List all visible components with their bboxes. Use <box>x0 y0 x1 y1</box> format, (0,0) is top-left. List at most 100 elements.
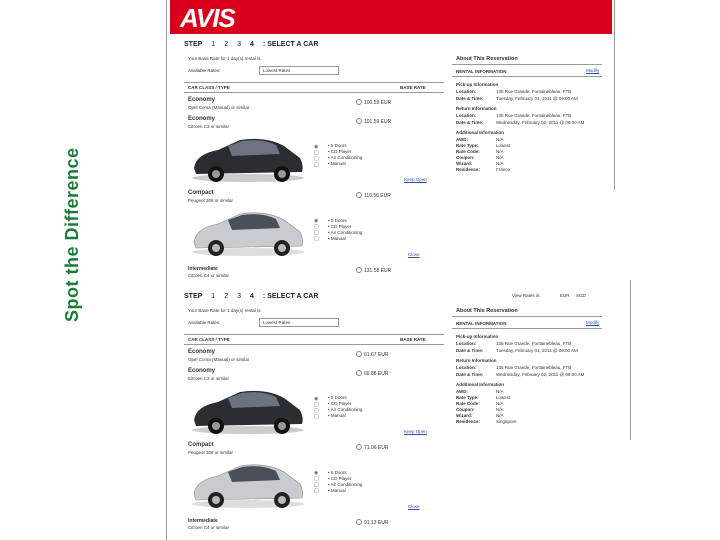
additional-key: Wizard: <box>456 161 473 166</box>
row1-price: 61.67 EUR <box>364 352 389 358</box>
row3-radio[interactable] <box>356 192 362 198</box>
silver-hatchback-image <box>192 212 304 256</box>
row3-radio[interactable] <box>356 444 362 450</box>
additional-value: N/A <box>496 401 504 406</box>
available-rates-select[interactable]: Lowest Rates <box>259 318 339 327</box>
booking-panel-1: STEP 1 2 3 4: SELECT A CAR Your Base Rate fo… <box>184 36 604 278</box>
keep-open-link[interactable]: Keep Open <box>404 177 427 182</box>
features-list-2: 5 DoorsCD PlayerAir ConditioningManual <box>328 470 363 494</box>
row4-radio[interactable] <box>356 267 362 273</box>
additional-title: Additional Information <box>456 130 504 135</box>
return-date: Wednesday, February 02, 2011 @ 09:00 AM <box>496 120 585 125</box>
base-rate-text: Your Base Rate for 1 day(s) rental is: <box>188 56 262 61</box>
avis-logo[interactable]: AVIS <box>180 3 236 34</box>
return-title: Return Information <box>456 106 497 111</box>
return-date-label: Date & Time: <box>456 120 484 125</box>
modify-link[interactable]: Modify <box>586 68 599 73</box>
available-rates-label: Available Rates: <box>188 320 221 325</box>
divider <box>452 64 602 65</box>
feature-icons: ◉ □ □ □ <box>314 396 319 420</box>
row4-name[interactable]: Intermediate <box>188 518 218 524</box>
additional-value: N/A <box>496 137 504 142</box>
additional-value: Lowest <box>496 143 511 148</box>
additional-value: N/A <box>496 407 504 412</box>
row2-radio[interactable] <box>356 118 362 124</box>
row3-name[interactable]: Compact <box>188 190 214 196</box>
avis-header: AVIS <box>170 0 612 34</box>
row2-desc: Citroen C3 or similar <box>188 124 230 129</box>
return-date: Wednesday, February 02, 2011 @ 09:00 AM <box>496 372 585 377</box>
view-rates-sgd[interactable]: SGD <box>576 293 586 298</box>
rental-info-title: RENTAL INFORMATION <box>456 69 507 74</box>
rental-info-title: RENTAL INFORMATION <box>456 321 507 326</box>
return-date-label: Date & Time: <box>456 372 484 377</box>
additional-key: AWD: <box>456 137 468 142</box>
row2-name[interactable]: Economy <box>188 368 215 374</box>
row2-desc: Citroen C3 or similar <box>188 376 230 381</box>
pickup-location[interactable]: 135 Rue Grande, Fontainebleau, FTB <box>496 89 571 94</box>
pickup-date: Tuesday, February 01, 2011 @ 09:00 AM <box>496 348 578 353</box>
row2-price: 66.88 EUR <box>364 371 389 377</box>
close-link[interactable]: Close <box>408 504 420 509</box>
available-rates-label: Available Rates: <box>188 68 221 73</box>
divider <box>452 328 602 329</box>
additional-value: France <box>496 167 511 172</box>
page-right-border <box>614 0 615 190</box>
return-location-label: Location: <box>456 113 477 118</box>
row1-desc: Opel Corsa (Manual) or similar <box>188 105 250 110</box>
row1-radio[interactable] <box>356 99 362 105</box>
row4-radio[interactable] <box>356 519 362 525</box>
additional-key: AWD: <box>456 389 468 394</box>
base-rate-text: Your Base Rate for 1 day(s) rental is: <box>188 308 262 313</box>
row3-price: 110.56 EUR <box>364 193 391 199</box>
pickup-location[interactable]: 135 Rue Grande, Fontainebleau, FTB <box>496 341 571 346</box>
row3-price: 71.06 EUR <box>364 445 389 451</box>
row3-desc: Peugeot 308 or similar <box>188 450 234 455</box>
row2-name[interactable]: Economy <box>188 116 215 122</box>
return-title: Return Information <box>456 358 497 363</box>
row2-radio[interactable] <box>356 370 362 376</box>
page-right-border-lower <box>630 280 631 440</box>
divider <box>184 92 444 93</box>
additional-value: N/A <box>496 161 504 166</box>
slide-title: Spot the Difference <box>62 147 82 322</box>
row1-desc: Opel Corsa (Manual) or similar <box>188 357 250 362</box>
pickup-date-label: Date & Time: <box>456 96 484 101</box>
view-rates-eur[interactable]: EUR <box>560 293 570 298</box>
row1-radio[interactable] <box>356 351 362 357</box>
additional-value: N/A <box>496 155 504 160</box>
return-location-label: Location: <box>456 365 477 370</box>
row4-name[interactable]: Intermediate <box>188 266 218 272</box>
additional-key: Rate Type: <box>456 143 479 148</box>
row1-name[interactable]: Economy <box>188 349 215 355</box>
pickup-title: Pick-up Information <box>456 334 499 339</box>
booking-panel-2: STEP 1 2 3 4: SELECT A CAR Your Base Rate fo… <box>184 288 604 538</box>
additional-value: N/A <box>496 413 504 418</box>
return-location[interactable]: 135 Rue Grande, Fontainebleau, FTB <box>496 365 571 370</box>
additional-key: Rate Type: <box>456 395 479 400</box>
return-location[interactable]: 135 Rue Grande, Fontainebleau, FTB <box>496 113 571 118</box>
pickup-location-label: Location: <box>456 341 477 346</box>
additional-key: Residence: <box>456 167 481 172</box>
available-rates-select[interactable]: Lowest Rates <box>259 66 339 75</box>
about-title: About This Reservation <box>456 308 518 314</box>
row1-name[interactable]: Economy <box>188 97 215 103</box>
row3-desc: Peugeot 308 or similar <box>188 198 234 203</box>
view-rates-label: View Rates in: <box>512 293 541 298</box>
additional-value: N/A <box>496 389 504 394</box>
row3-name[interactable]: Compact <box>188 442 214 448</box>
divider <box>184 82 444 83</box>
page-left-border <box>166 0 167 540</box>
additional-value: Singapore <box>496 419 517 424</box>
additional-key: Coupon: <box>456 407 475 412</box>
close-link[interactable]: Close <box>408 252 420 257</box>
keep-open-link[interactable]: Keep Open <box>404 429 427 434</box>
row4-desc: Citroen C4 or similar <box>188 273 230 278</box>
pickup-location-label: Location: <box>456 89 477 94</box>
row2-price: 101.59 EUR <box>364 119 392 125</box>
additional-key: Coupon: <box>456 155 475 160</box>
additional-key: Wizard: <box>456 413 473 418</box>
modify-link[interactable]: Modify <box>586 320 599 325</box>
about-title: About This Reservation <box>456 56 518 62</box>
row4-desc: Citroen C4 or similar <box>188 525 230 530</box>
